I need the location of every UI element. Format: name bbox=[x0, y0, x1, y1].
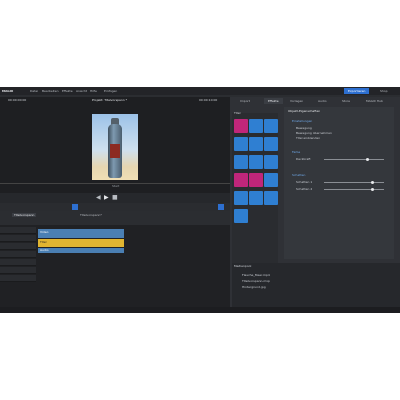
menu-item-einfuegen[interactable]: Einfügen bbox=[104, 89, 117, 93]
shape-icon[interactable] bbox=[249, 191, 263, 205]
timeline-clip-audio[interactable]: Audio bbox=[38, 248, 124, 253]
settings-section-3: Schatten bbox=[292, 173, 306, 177]
stop-icon[interactable]: ■ bbox=[112, 195, 118, 201]
rewind-icon[interactable]: ◀ bbox=[96, 195, 101, 201]
settings-option-3[interactable]: Titel einblenden bbox=[296, 136, 320, 140]
text-effect-icon[interactable] bbox=[264, 119, 278, 133]
track-header-3[interactable] bbox=[0, 243, 36, 250]
menu-item-effekte[interactable]: Effekte bbox=[62, 89, 73, 93]
blur-icon[interactable] bbox=[234, 209, 248, 223]
app-window: MAGIX Datei Bearbeiten Effekte Ansicht H… bbox=[0, 87, 400, 313]
menu-bar: MAGIX Datei Bearbeiten Effekte Ansicht H… bbox=[0, 87, 400, 95]
timeline-tab-2[interactable]: Titelvorspann* bbox=[80, 213, 102, 217]
timeline: Titelvorspann Titelvorspann* Video Titel… bbox=[0, 213, 230, 313]
app-logo: MAGIX bbox=[2, 89, 14, 93]
status-bar bbox=[0, 307, 400, 313]
zoom-icon[interactable] bbox=[264, 191, 278, 205]
settings-option-1[interactable]: Bewegung bbox=[296, 126, 312, 130]
transform-icon[interactable] bbox=[234, 173, 248, 187]
settings-section-2: Farbe bbox=[292, 150, 301, 154]
menu-item-ansicht[interactable]: Ansicht bbox=[76, 89, 87, 93]
select-tool-icon[interactable] bbox=[72, 204, 78, 210]
frame-icon[interactable] bbox=[249, 137, 263, 151]
image-icon[interactable] bbox=[234, 137, 248, 151]
camera-icon[interactable] bbox=[264, 137, 278, 151]
tab-store[interactable]: Store bbox=[342, 99, 350, 103]
settings-option-2[interactable]: Bewegung übernehmen bbox=[296, 131, 332, 135]
menu-item-bearbeiten[interactable]: Bearbeiten bbox=[42, 89, 58, 93]
timeline-clip-video[interactable]: Video bbox=[38, 229, 124, 238]
shadow2-slider[interactable] bbox=[324, 189, 384, 190]
shadow1-slider-knob[interactable] bbox=[370, 181, 374, 184]
bottle-label bbox=[110, 144, 120, 158]
clip-label-video: Video bbox=[40, 230, 49, 234]
tab-hub[interactable]: MAGIX Hub bbox=[366, 99, 383, 103]
arrow-icon[interactable] bbox=[249, 155, 263, 169]
globe-icon[interactable] bbox=[249, 119, 263, 133]
slider1-label: Deckkraft bbox=[296, 157, 311, 161]
export-button[interactable]: Exportieren bbox=[344, 88, 370, 94]
settings-section-1: Einstellungen bbox=[292, 119, 313, 123]
shadow1-slider[interactable] bbox=[324, 182, 384, 183]
timeline-clip-title[interactable]: Titel bbox=[38, 239, 124, 247]
title-T-icon[interactable] bbox=[234, 119, 248, 133]
preview-monitor: 00:00:00:00 Projekt: Titelvorspann * 00:… bbox=[0, 97, 230, 193]
rotate-icon[interactable] bbox=[234, 191, 248, 205]
effect-settings-panel: Objekt-Eigenschaften Einstellungen Beweg… bbox=[284, 107, 394, 259]
scrub-label: Start bbox=[112, 184, 120, 188]
project-title: Projekt: Titelvorspann * bbox=[92, 98, 128, 102]
star-icon[interactable] bbox=[264, 155, 278, 169]
effects-browser: Titel bbox=[232, 111, 278, 263]
track-header-2[interactable] bbox=[0, 235, 36, 242]
bin-file-1[interactable]: Flasche_Meer.mp4 bbox=[242, 273, 270, 277]
view-toggle-icon[interactable] bbox=[218, 204, 224, 210]
track-header-1[interactable] bbox=[0, 227, 36, 234]
pip-icon[interactable] bbox=[264, 173, 278, 187]
track-header-5[interactable] bbox=[0, 259, 36, 266]
track-header-6[interactable] bbox=[0, 267, 36, 274]
menu-item-hilfe[interactable]: Hilfe bbox=[90, 89, 97, 93]
timeline-tab-1[interactable]: Titelvorspann bbox=[12, 213, 37, 217]
crop-icon[interactable] bbox=[234, 155, 248, 169]
clip-label-audio: Audio bbox=[40, 248, 49, 252]
video-preview-image bbox=[92, 114, 138, 180]
slider3-label: Schatten 2 bbox=[296, 187, 313, 191]
settings-header: Objekt-Eigenschaften bbox=[288, 109, 321, 113]
transport-bar: ▶ ◀ ■ bbox=[0, 193, 230, 203]
track-header-7[interactable] bbox=[0, 275, 36, 282]
edit-toolbar bbox=[0, 203, 230, 211]
opacity-slider[interactable] bbox=[324, 159, 384, 160]
track-header-4[interactable] bbox=[0, 251, 36, 258]
tab-effects[interactable]: Effekte bbox=[264, 98, 283, 104]
bin-file-2[interactable]: Titelvorspann.mxp bbox=[242, 279, 270, 283]
shadow2-slider-knob[interactable] bbox=[370, 188, 374, 191]
timecode-start: 00:00:00:00 bbox=[8, 98, 27, 102]
bin-title: Medienpool bbox=[234, 264, 252, 268]
project-bin: Medienpool Flasche_Meer.mp4 Titelvorspan… bbox=[232, 263, 400, 313]
timecode-end: 00:00:10:00 bbox=[199, 98, 218, 102]
menu-item-datei[interactable]: Datei bbox=[30, 89, 38, 93]
shop-link[interactable]: Shop bbox=[380, 89, 388, 93]
tab-import[interactable]: Import bbox=[240, 99, 250, 103]
opacity-slider-knob[interactable] bbox=[365, 158, 369, 161]
move-icon[interactable] bbox=[249, 173, 263, 187]
bin-file-3[interactable]: Hintergrund.jpg bbox=[242, 285, 266, 289]
effects-group-label: Titel bbox=[234, 111, 241, 115]
slider2-label: Schatten 1 bbox=[296, 180, 313, 184]
tab-templates[interactable]: Vorlagen bbox=[290, 99, 303, 103]
tab-audio[interactable]: Audio bbox=[318, 99, 327, 103]
play-icon[interactable]: ▶ bbox=[104, 195, 109, 201]
clip-label-title: Titel bbox=[40, 240, 47, 244]
